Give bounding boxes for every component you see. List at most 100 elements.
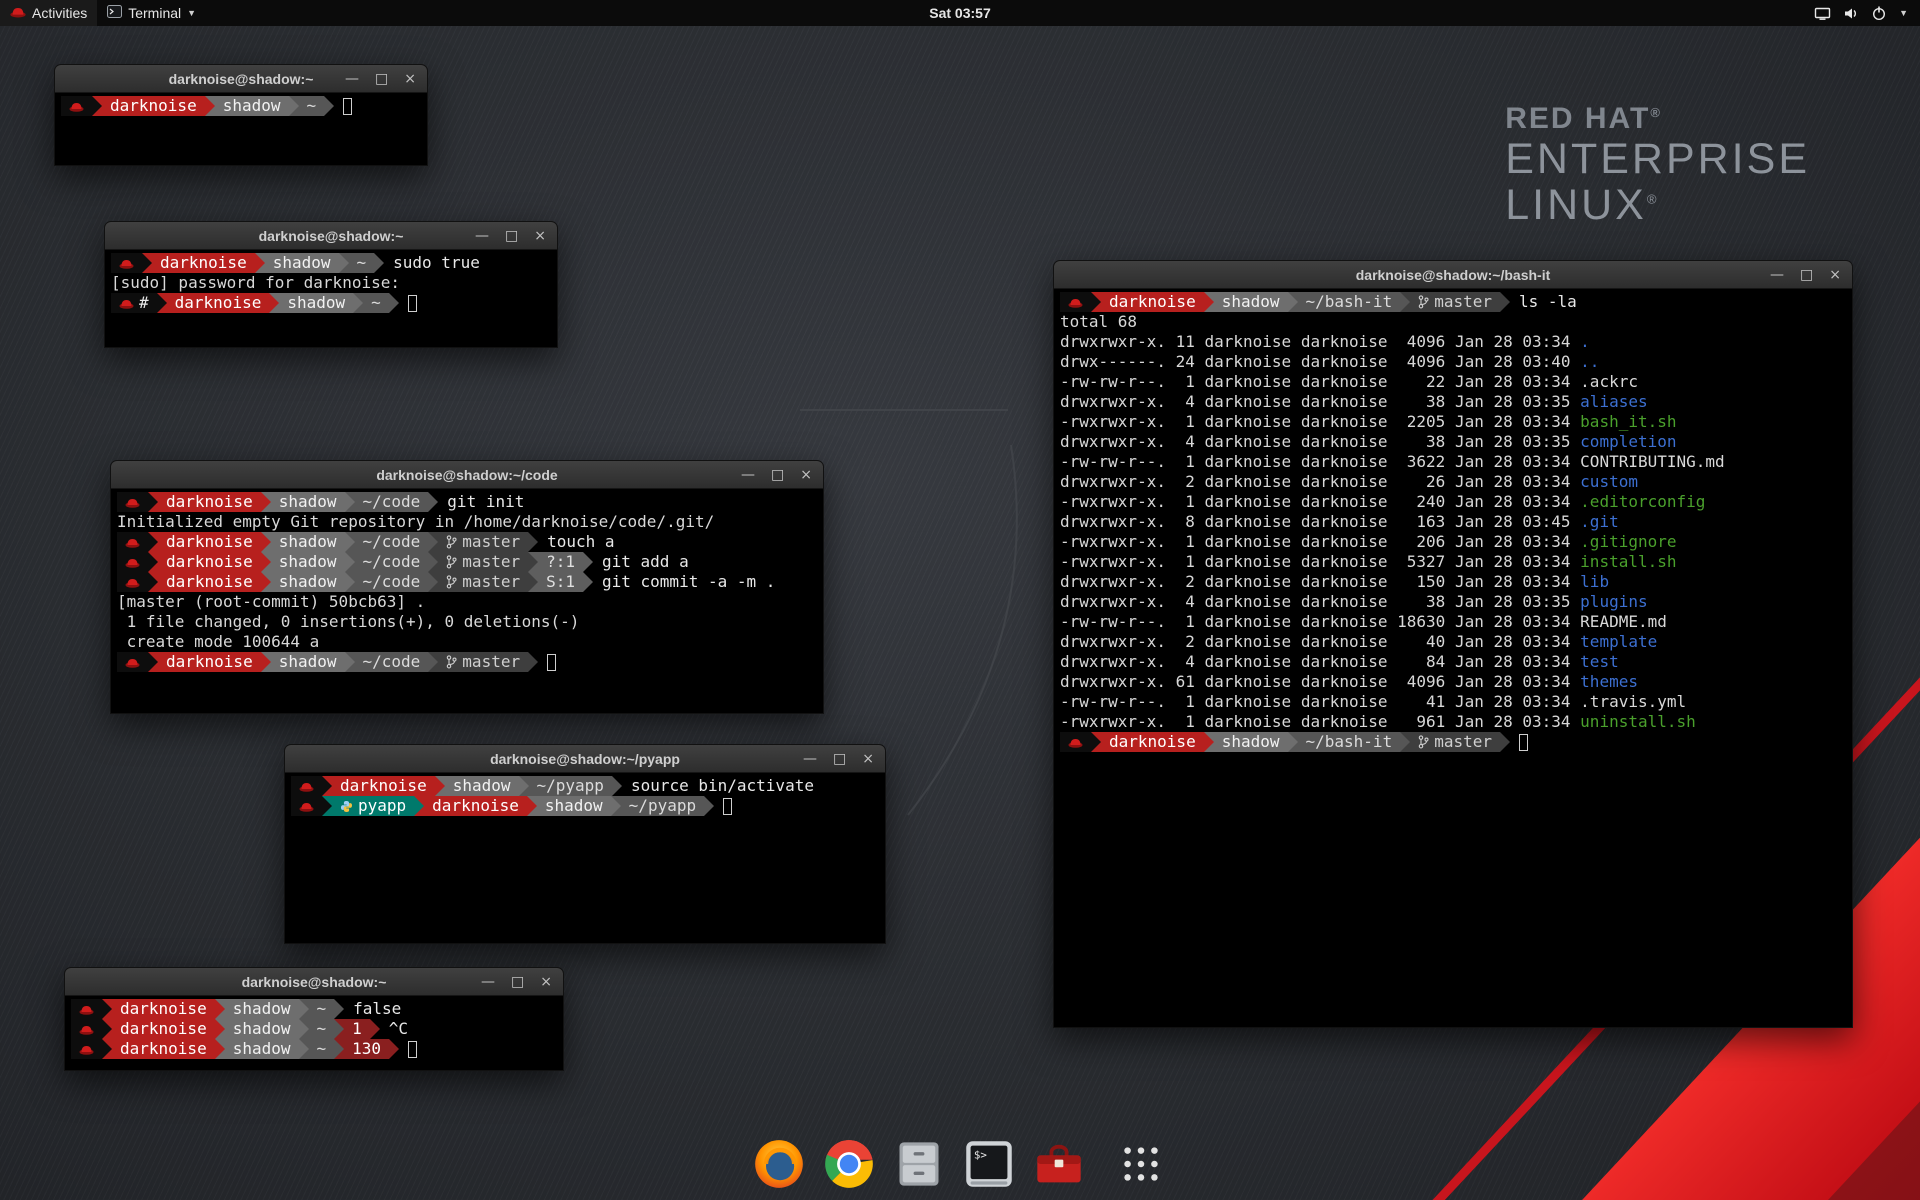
command-text: touch a	[538, 532, 614, 552]
powerline-arrow-icon	[528, 532, 538, 552]
close-button[interactable]: ×	[540, 968, 552, 996]
prompt-segment-user: darknoise	[1101, 292, 1204, 312]
dock-item-files[interactable]	[891, 1136, 947, 1192]
maximize-button[interactable]: □	[511, 968, 524, 996]
terminal-line: darknoiseshadow~sudo true	[111, 253, 551, 273]
prompt-segment-user: darknoise	[112, 1019, 215, 1039]
output-text: total 68	[1060, 312, 1137, 332]
prompt-segment-path: ~	[299, 96, 325, 116]
prompt-segment-hat	[291, 796, 322, 816]
terminal-line: 1 file changed, 0 insertions(+), 0 delet…	[117, 612, 817, 632]
minimize-button[interactable]: —	[803, 745, 817, 773]
redhat-icon	[1068, 297, 1083, 308]
window-titlebar[interactable]: darknoise@shadow:~/pyapp—□×	[285, 745, 885, 773]
segment-text: darknoise	[166, 532, 253, 552]
window-titlebar[interactable]: darknoise@shadow:~/bash-it—□×	[1054, 261, 1852, 289]
maximize-button[interactable]: □	[375, 65, 388, 93]
window-controls: — □ ×	[345, 65, 427, 93]
output-text: [master (root-commit) 50bcb63] .	[117, 592, 425, 612]
terminal-line: drwxrwxr-x. 4 darknoise darknoise 38 Jan…	[1060, 592, 1846, 612]
segment-text: ~/pyapp	[537, 776, 604, 796]
powerline-arrow-icon	[215, 1039, 225, 1059]
terminal-cursor	[343, 98, 352, 115]
ls-filename: themes	[1580, 672, 1638, 692]
dock-item-terminal[interactable]: $>	[961, 1136, 1017, 1192]
top-bar: Activities Terminal ▼ Sat 03:57 ▼	[0, 0, 1920, 26]
segment-text: darknoise	[166, 652, 253, 672]
close-button[interactable]: ×	[800, 461, 812, 489]
window-titlebar[interactable]: darknoise@shadow:~/code—□×	[111, 461, 823, 489]
window-titlebar[interactable]: darknoise@shadow:~—□×	[55, 65, 427, 93]
ls-columns: drwxrwxr-x. 4 darknoise darknoise 38 Jan…	[1060, 392, 1580, 412]
powerline-arrow-icon	[389, 1039, 399, 1059]
powerline-arrow-icon	[353, 293, 363, 313]
segment-text: shadow	[233, 1019, 291, 1039]
prompt-segment-exit: 1	[344, 1019, 370, 1039]
minimize-button[interactable]: —	[475, 222, 489, 250]
powerline-arrow-icon	[289, 96, 299, 116]
dock-item-firefox[interactable]	[751, 1136, 807, 1192]
terminal-content[interactable]: darknoiseshadow~sudo true[sudo] password…	[105, 250, 557, 347]
prompt-segment-user: darknoise	[102, 96, 205, 116]
prompt-segment-host: shadow	[225, 999, 299, 1019]
segment-text: shadow	[279, 572, 337, 592]
prompt-segment-path: ~	[309, 1039, 335, 1059]
system-status-area[interactable]: ▼	[1802, 0, 1920, 26]
dock-item-toolbox[interactable]	[1031, 1136, 1087, 1192]
terminal-line: -rwxrwxr-x. 1 darknoise darknoise 206 Ja…	[1060, 532, 1846, 552]
terminal-cursor	[1519, 734, 1528, 751]
git-branch-icon	[446, 555, 457, 569]
segment-text: darknoise	[175, 293, 262, 313]
segment-text: shadow	[279, 652, 337, 672]
terminal-line: -rw-rw-r--. 1 darknoise darknoise 18630 …	[1060, 612, 1846, 632]
close-button[interactable]: ×	[862, 745, 874, 773]
segment-text: ~	[317, 1019, 327, 1039]
windows-layer: darknoise@shadow:~—□×darknoiseshadow~dar…	[0, 0, 1920, 1200]
terminal-content[interactable]: darknoiseshadow~/pyappsource bin/activat…	[285, 773, 885, 943]
ls-columns: drwxrwxr-x. 8 darknoise darknoise 163 Ja…	[1060, 512, 1580, 532]
clock[interactable]: Sat 03:57	[929, 5, 990, 21]
segment-text: ~	[317, 999, 327, 1019]
powerline-arrow-icon	[215, 1019, 225, 1039]
app-menu[interactable]: Terminal ▼	[97, 0, 206, 26]
maximize-button[interactable]: □	[505, 222, 518, 250]
terminal-content[interactable]: darknoiseshadow~falsedarknoiseshadow~1^C…	[65, 996, 563, 1070]
window-titlebar[interactable]: darknoise@shadow:~—□×	[105, 222, 557, 250]
powerline-arrow-icon	[102, 1039, 112, 1059]
terminal-line: drwxrwxr-x. 4 darknoise darknoise 38 Jan…	[1060, 392, 1846, 412]
dock-item-app-grid[interactable]	[1113, 1136, 1169, 1192]
prompt-segment-branch: master	[1410, 292, 1500, 312]
close-button[interactable]: ×	[534, 222, 546, 250]
minimize-button[interactable]: —	[481, 968, 495, 996]
prompt-segment-user: darknoise	[332, 776, 435, 796]
terminal-content[interactable]: darknoiseshadow~/codegit initInitialized…	[111, 489, 823, 713]
close-button[interactable]: ×	[1829, 261, 1841, 289]
redhat-icon	[125, 497, 140, 508]
minimize-button[interactable]: —	[741, 461, 755, 489]
maximize-button[interactable]: □	[771, 461, 784, 489]
powerline-arrow-icon	[261, 652, 271, 672]
segment-text: ~/code	[363, 492, 421, 512]
dock-item-chrome[interactable]	[821, 1136, 877, 1192]
prompt-segment-path: ~	[309, 1019, 335, 1039]
redhat-icon	[69, 101, 84, 112]
terminal-content[interactable]: darknoiseshadow~/bash-itmasterls -latota…	[1054, 289, 1852, 1027]
maximize-button[interactable]: □	[1800, 261, 1813, 289]
maximize-button[interactable]: □	[833, 745, 846, 773]
minimize-button[interactable]: —	[345, 65, 359, 93]
window-titlebar[interactable]: darknoise@shadow:~—□×	[65, 968, 563, 996]
terminal-content[interactable]: darknoiseshadow~	[55, 93, 427, 165]
activities-button[interactable]: Activities	[0, 0, 97, 26]
segment-text: master	[462, 552, 520, 572]
segment-text: pyapp	[358, 796, 406, 816]
close-button[interactable]: ×	[404, 65, 416, 93]
output-text: [sudo] password for darknoise:	[111, 273, 400, 293]
powerline-arrow-icon	[255, 253, 265, 273]
segment-text: shadow	[453, 776, 511, 796]
minimize-button[interactable]: —	[1770, 261, 1784, 289]
powerline-arrow-icon	[428, 552, 438, 572]
powerline-arrow-icon	[611, 796, 621, 816]
terminal-line: darknoiseshadow~/codemaster	[117, 652, 817, 672]
powerline-arrow-icon	[215, 999, 225, 1019]
prompt-segment-user: darknoise	[167, 293, 270, 313]
